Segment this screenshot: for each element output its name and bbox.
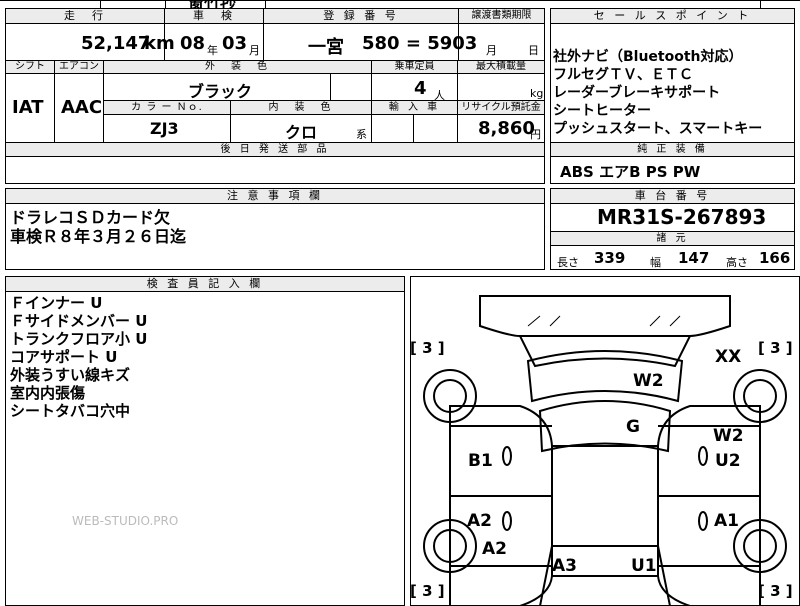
- damage-label-xx: XX: [715, 347, 742, 367]
- color-no-value: ZJ3: [150, 119, 179, 138]
- inspection-year-unit: 年: [207, 44, 218, 57]
- dimensions-header: 諸 元: [550, 231, 795, 246]
- damage-label-a2-left: A2: [467, 511, 492, 531]
- interior-color-suffix: 系: [356, 128, 367, 141]
- damage-label-w2-top: W2: [633, 371, 664, 391]
- roof-outline: [538, 400, 672, 453]
- interior-color-value: クロ: [285, 123, 318, 142]
- aircon-value: AAC: [61, 97, 103, 118]
- damage-label-u2: U2: [715, 451, 741, 471]
- sales-point-item: フルセグＴＶ、ＥＴＣ: [553, 67, 693, 83]
- damage-label-a3: A3: [552, 556, 577, 576]
- mileage-header: 走 行: [5, 8, 165, 24]
- damage-label-u1: U1: [631, 556, 657, 576]
- exterior-color-header: 外 装 色: [103, 60, 372, 74]
- aircon-header: エアコン: [54, 60, 104, 74]
- inspection-month-unit: 月: [249, 44, 260, 57]
- top-divider: [760, 0, 761, 8]
- watermark: WEB-STUDIO.PRO: [72, 514, 179, 528]
- cell-divider: [230, 115, 231, 142]
- cell-divider: [263, 24, 264, 60]
- left-side-outline: [449, 405, 553, 606]
- mileage-value: 52,147: [81, 33, 151, 54]
- genuine-equipment-value: ABS エアB PS PW: [560, 163, 701, 181]
- height-value: 166: [759, 249, 791, 267]
- top-divider: [165, 0, 166, 8]
- height-label: 高さ: [726, 256, 748, 269]
- registration-area: 一宮: [308, 37, 344, 58]
- inspector-line: コアサポート U: [10, 348, 118, 366]
- mileage-unit: km: [144, 33, 175, 54]
- right-handle: [698, 511, 708, 531]
- inspector-line: 外装うすい線キズ: [10, 366, 131, 384]
- chassis-header: 車 台 番 号: [550, 188, 795, 204]
- sales-points-header: セ ー ル ス ポ イ ン ト: [550, 8, 795, 24]
- damage-label-a2-lower: A2: [482, 539, 507, 559]
- interior-color-header: 内 装 色: [230, 100, 372, 115]
- inspector-header: 検 査 員 記 入 欄: [5, 276, 405, 292]
- capacity-value: 4: [414, 78, 427, 99]
- genuine-equipment-header: 純 正 装 備: [550, 142, 795, 157]
- registration-header: 登 録 番 号: [263, 8, 459, 24]
- max-load-header: 最大積載量: [457, 60, 545, 74]
- tire-grade-bottom-right: [ 3 ]: [758, 582, 793, 600]
- right-mirror: [698, 446, 708, 466]
- right-side-outline: [657, 405, 761, 606]
- registration-number: 580 = 5903: [362, 33, 478, 54]
- note-line: 車検Ｒ８年３月２６日迄: [10, 227, 187, 246]
- left-mirror: [502, 446, 512, 466]
- damage-label-b1: B1: [468, 451, 493, 471]
- sales-point-item: シートヒーター: [553, 103, 651, 119]
- damage-label-w2-right: W2: [713, 426, 744, 446]
- inspector-line: Ｆインナー U: [10, 294, 103, 312]
- length-label: 長さ: [557, 256, 579, 269]
- inspector-line: シートタバコ穴中: [10, 402, 131, 420]
- width-value: 147: [678, 249, 710, 267]
- sales-point-item: レーダーブレーキサポート: [553, 85, 721, 101]
- sales-point-item: プッシュスタート、スマートキー: [553, 121, 763, 137]
- exterior-color-value: ブラック: [188, 82, 253, 101]
- tire-grade-top-right: [ 3 ]: [758, 339, 793, 357]
- damage-label-a1: A1: [714, 511, 739, 531]
- inspection-month: 03: [222, 33, 248, 54]
- chassis-number: MR31S-267893: [597, 205, 767, 229]
- shift-value: IAT: [12, 97, 44, 118]
- top-divider: [265, 0, 266, 8]
- deadline-day-unit: 日: [528, 44, 539, 57]
- sales-point-item: 社外ナビ（Bluetooth対応）: [553, 49, 743, 65]
- capacity-header: 乗車定員: [371, 60, 458, 74]
- load-unit: kg: [530, 87, 544, 100]
- inspector-line: 室内内張傷: [10, 384, 86, 402]
- shift-header: シフト: [5, 60, 55, 74]
- tire-grade-bottom-left: [ 3 ]: [410, 582, 445, 600]
- inspector-line: トランクフロア小 U: [10, 330, 148, 348]
- recycle-value: 8,860: [478, 118, 535, 139]
- later-parts-header: 後 日 発 送 部 品: [5, 142, 545, 157]
- deadline-month-unit: 月: [486, 44, 497, 57]
- tire-grade-top-left: [ 3 ]: [410, 339, 445, 357]
- recycle-header: リサイクル預託金: [457, 100, 545, 115]
- recycle-unit: 円: [530, 128, 541, 141]
- cell-divider: [413, 115, 414, 142]
- damage-label-g: G: [626, 417, 640, 437]
- length-value: 339: [594, 249, 626, 267]
- grille-lines: [527, 315, 681, 327]
- cell-divider: [54, 74, 55, 142]
- cell-divider: [330, 74, 331, 100]
- transfer-deadline-header: 譲渡書類期限: [458, 8, 545, 24]
- inspection-header: 車 検: [164, 8, 264, 24]
- import-header: 輸 入 車: [371, 100, 458, 115]
- left-handle: [502, 511, 512, 531]
- note-line: ドラレコＳＤカード欠: [10, 208, 171, 227]
- top-edge: [0, 0, 800, 1]
- width-label: 幅: [650, 256, 661, 269]
- color-no-header: カ ラ ー Ｎｏ.: [103, 100, 231, 115]
- notes-header: 注 意 事 項 欄: [5, 188, 545, 204]
- inspector-line: Ｆサイドメンバー U: [10, 312, 148, 330]
- top-divider: [100, 0, 101, 8]
- inspection-year: 08: [180, 33, 206, 54]
- front-bumper-outline: [479, 295, 731, 337]
